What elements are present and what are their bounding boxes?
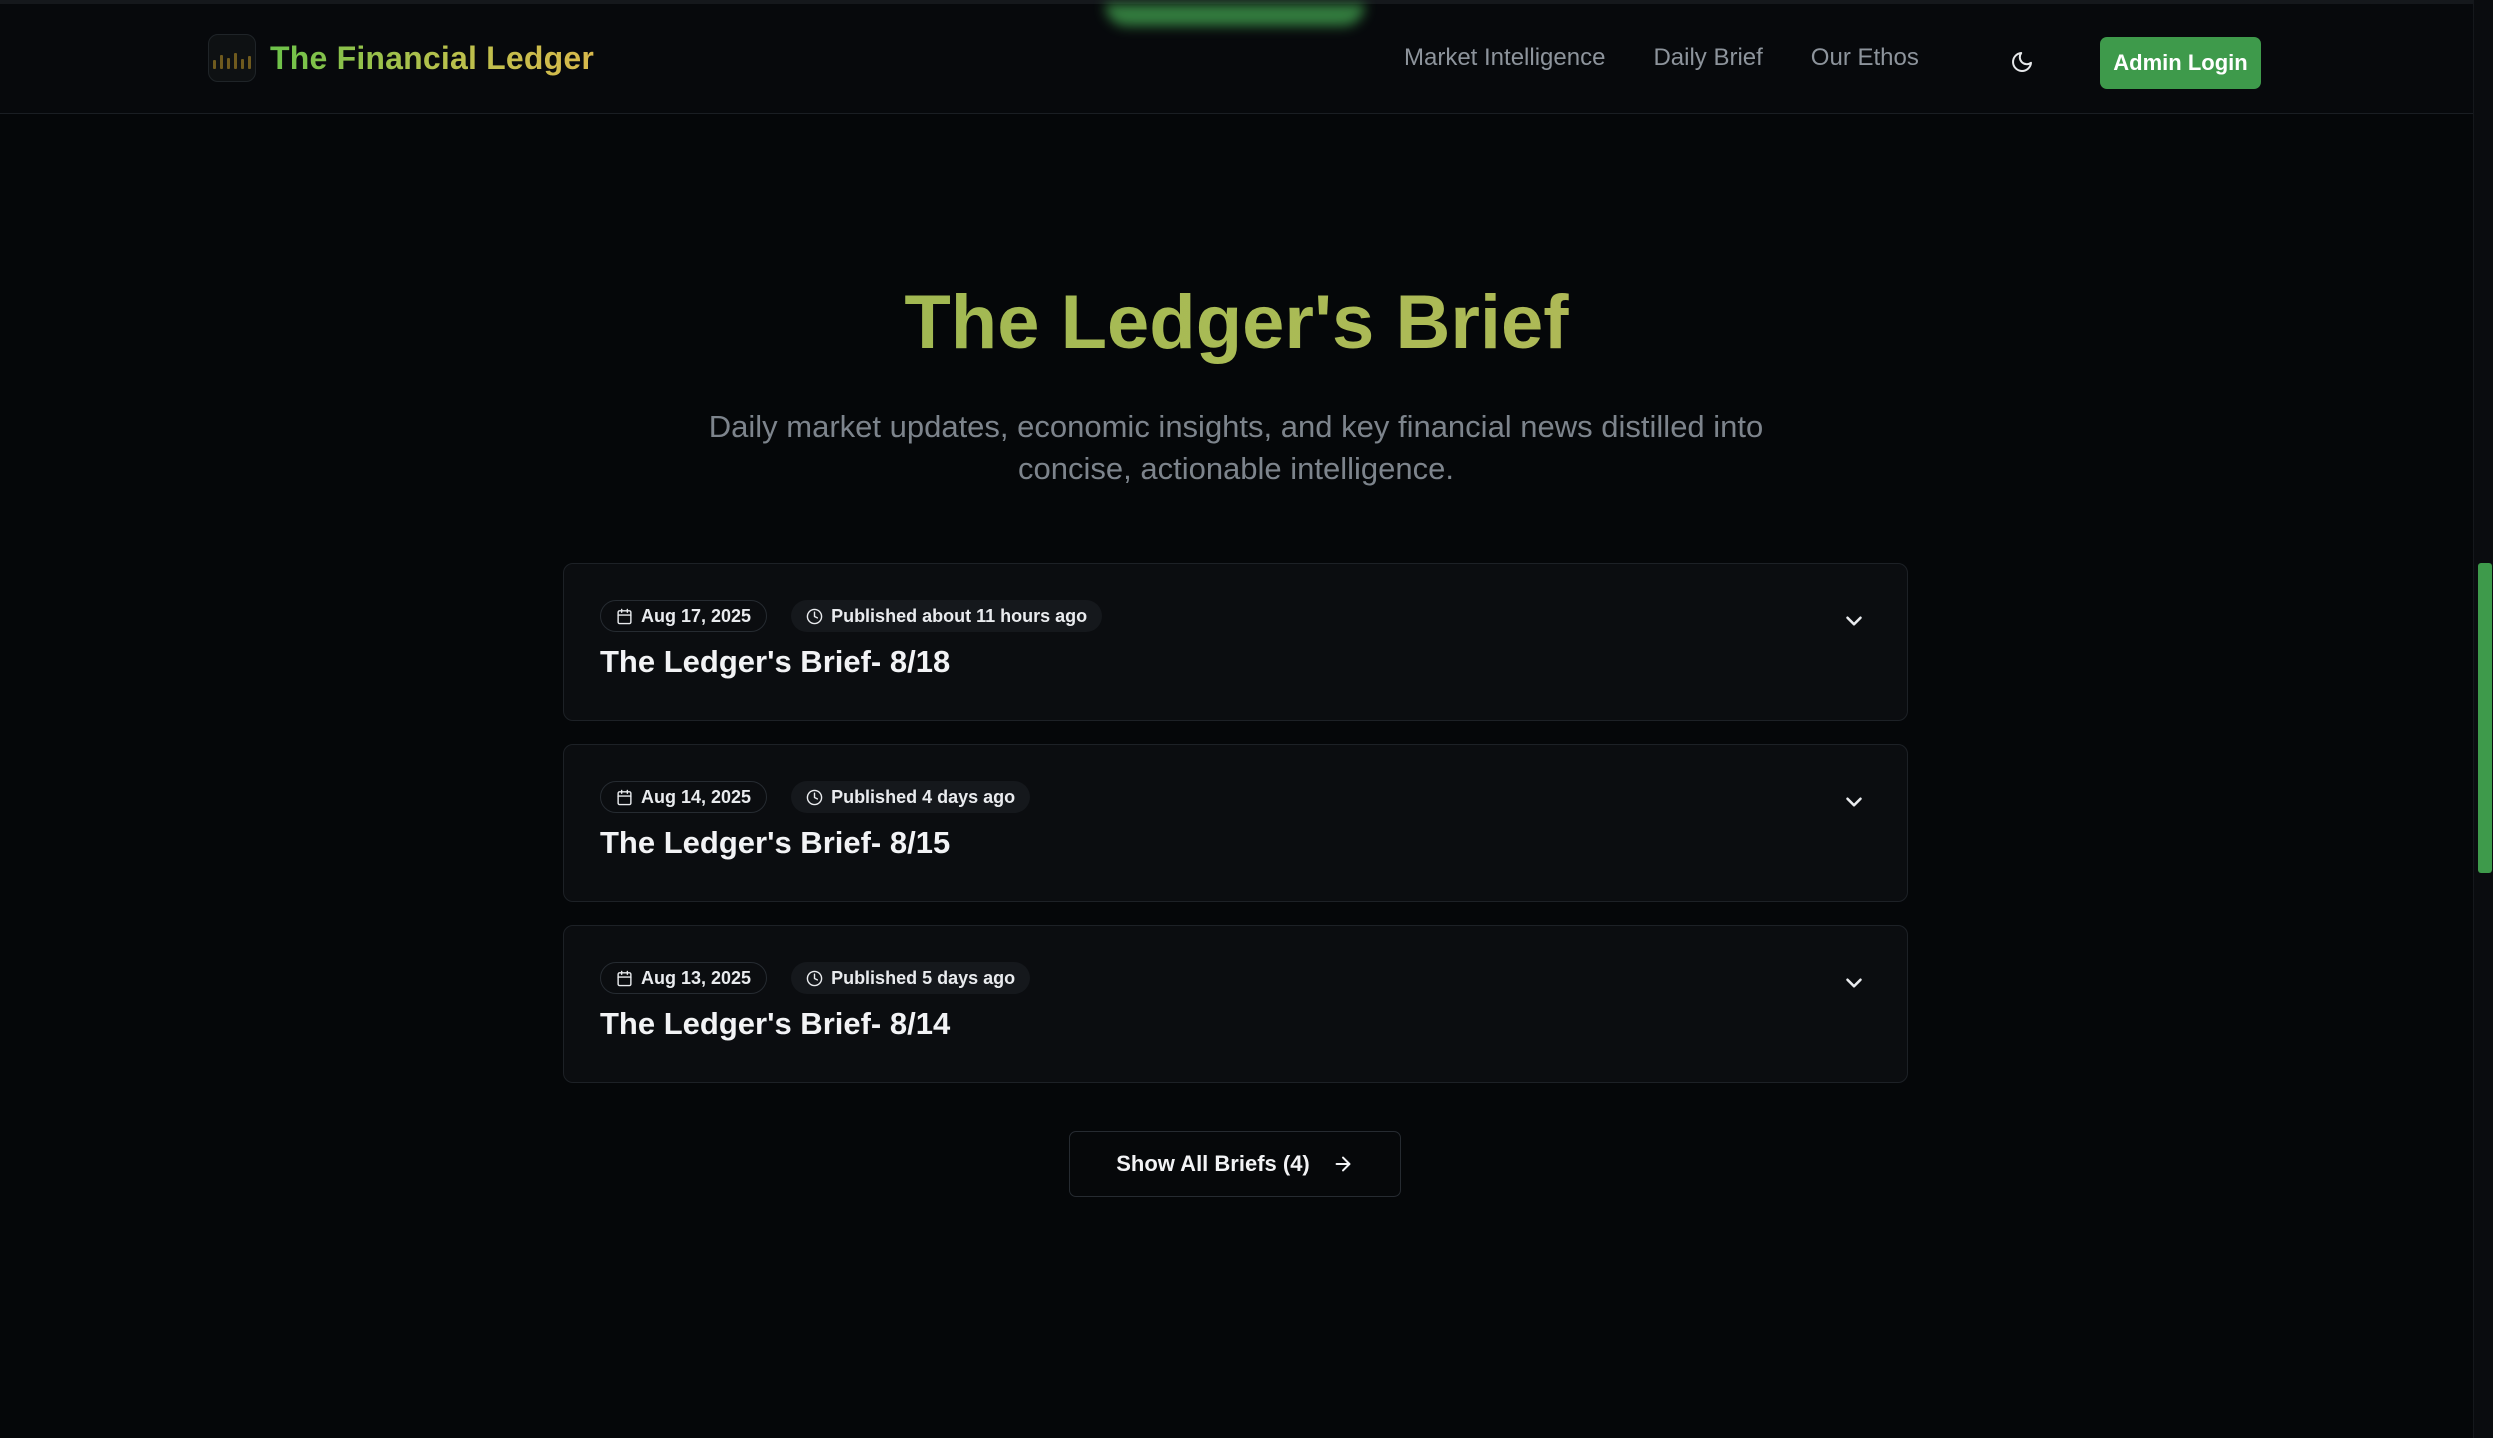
date-badge: Aug 13, 2025 (600, 962, 768, 994)
brief-published: Published 4 days ago (831, 786, 1016, 807)
brief-date: Aug 14, 2025 (641, 786, 752, 807)
brief-meta: Aug 14, 2025 Published 4 days ago (600, 781, 1031, 813)
brief-title: The Ledger's Brief- 8/15 (600, 825, 951, 860)
brief-published: Published about 11 hours ago (831, 605, 1088, 626)
scrollbar-thumb[interactable] (2478, 563, 2492, 873)
calendar-icon (617, 970, 632, 986)
brand[interactable]: The Financial Ledger (208, 34, 594, 82)
published-badge: Published about 11 hours ago (791, 600, 1103, 632)
brief-title: The Ledger's Brief- 8/18 (600, 644, 951, 679)
brief-card[interactable]: Aug 14, 2025 Published 4 days ago The Le… (563, 744, 1908, 902)
admin-login-button[interactable]: Admin Login (2100, 37, 2261, 89)
calendar-icon (617, 789, 632, 805)
brief-card[interactable]: Aug 13, 2025 Published 5 days ago The Le… (563, 925, 1908, 1083)
brief-date: Aug 17, 2025 (641, 605, 752, 626)
page-subtitle: Daily market updates, economic insights,… (708, 409, 1764, 486)
chevron-down-icon[interactable] (1841, 970, 1867, 996)
clock-icon (806, 608, 823, 624)
date-badge: Aug 17, 2025 (600, 600, 768, 632)
calendar-icon (617, 608, 632, 624)
clock-icon (806, 789, 823, 805)
brand-name: The Financial Ledger (270, 39, 595, 76)
nav-daily-brief[interactable]: Daily Brief (1653, 44, 1762, 72)
published-badge: Published 4 days ago (791, 781, 1031, 813)
moon-icon (2012, 52, 2032, 72)
clock-icon (806, 970, 823, 986)
theme-toggle-button[interactable] (2006, 46, 2038, 78)
brief-meta: Aug 17, 2025 Published about 11 hours ag… (600, 600, 1103, 632)
header-glow (1105, 4, 1365, 26)
brief-date: Aug 13, 2025 (641, 967, 752, 988)
arrow-right-icon (1335, 1156, 1351, 1172)
nav-our-ethos[interactable]: Our Ethos (1811, 44, 1919, 72)
date-badge: Aug 14, 2025 (600, 781, 768, 813)
logo-icon (208, 34, 256, 82)
show-all-briefs-button[interactable]: Show All Briefs (4) (1069, 1131, 1401, 1197)
brief-title: The Ledger's Brief- 8/14 (600, 1006, 951, 1041)
chevron-down-icon[interactable] (1841, 789, 1867, 815)
page: The Financial Ledger Market Intelligence… (0, 0, 2493, 1438)
main-nav: Market Intelligence Daily Brief Our Etho… (1404, 44, 1919, 72)
nav-market-intelligence[interactable]: Market Intelligence (1404, 44, 1605, 72)
page-title: The Ledger's Brief (0, 278, 2473, 368)
brief-meta: Aug 13, 2025 Published 5 days ago (600, 962, 1031, 994)
brief-published: Published 5 days ago (831, 967, 1016, 988)
brief-card[interactable]: Aug 17, 2025 Published about 11 hours ag… (563, 563, 1908, 721)
chevron-down-icon[interactable] (1841, 608, 1867, 634)
published-badge: Published 5 days ago (791, 962, 1031, 994)
show-all-label: Show All Briefs (4) (1116, 1151, 1310, 1176)
site-header: The Financial Ledger Market Intelligence… (0, 4, 2473, 114)
